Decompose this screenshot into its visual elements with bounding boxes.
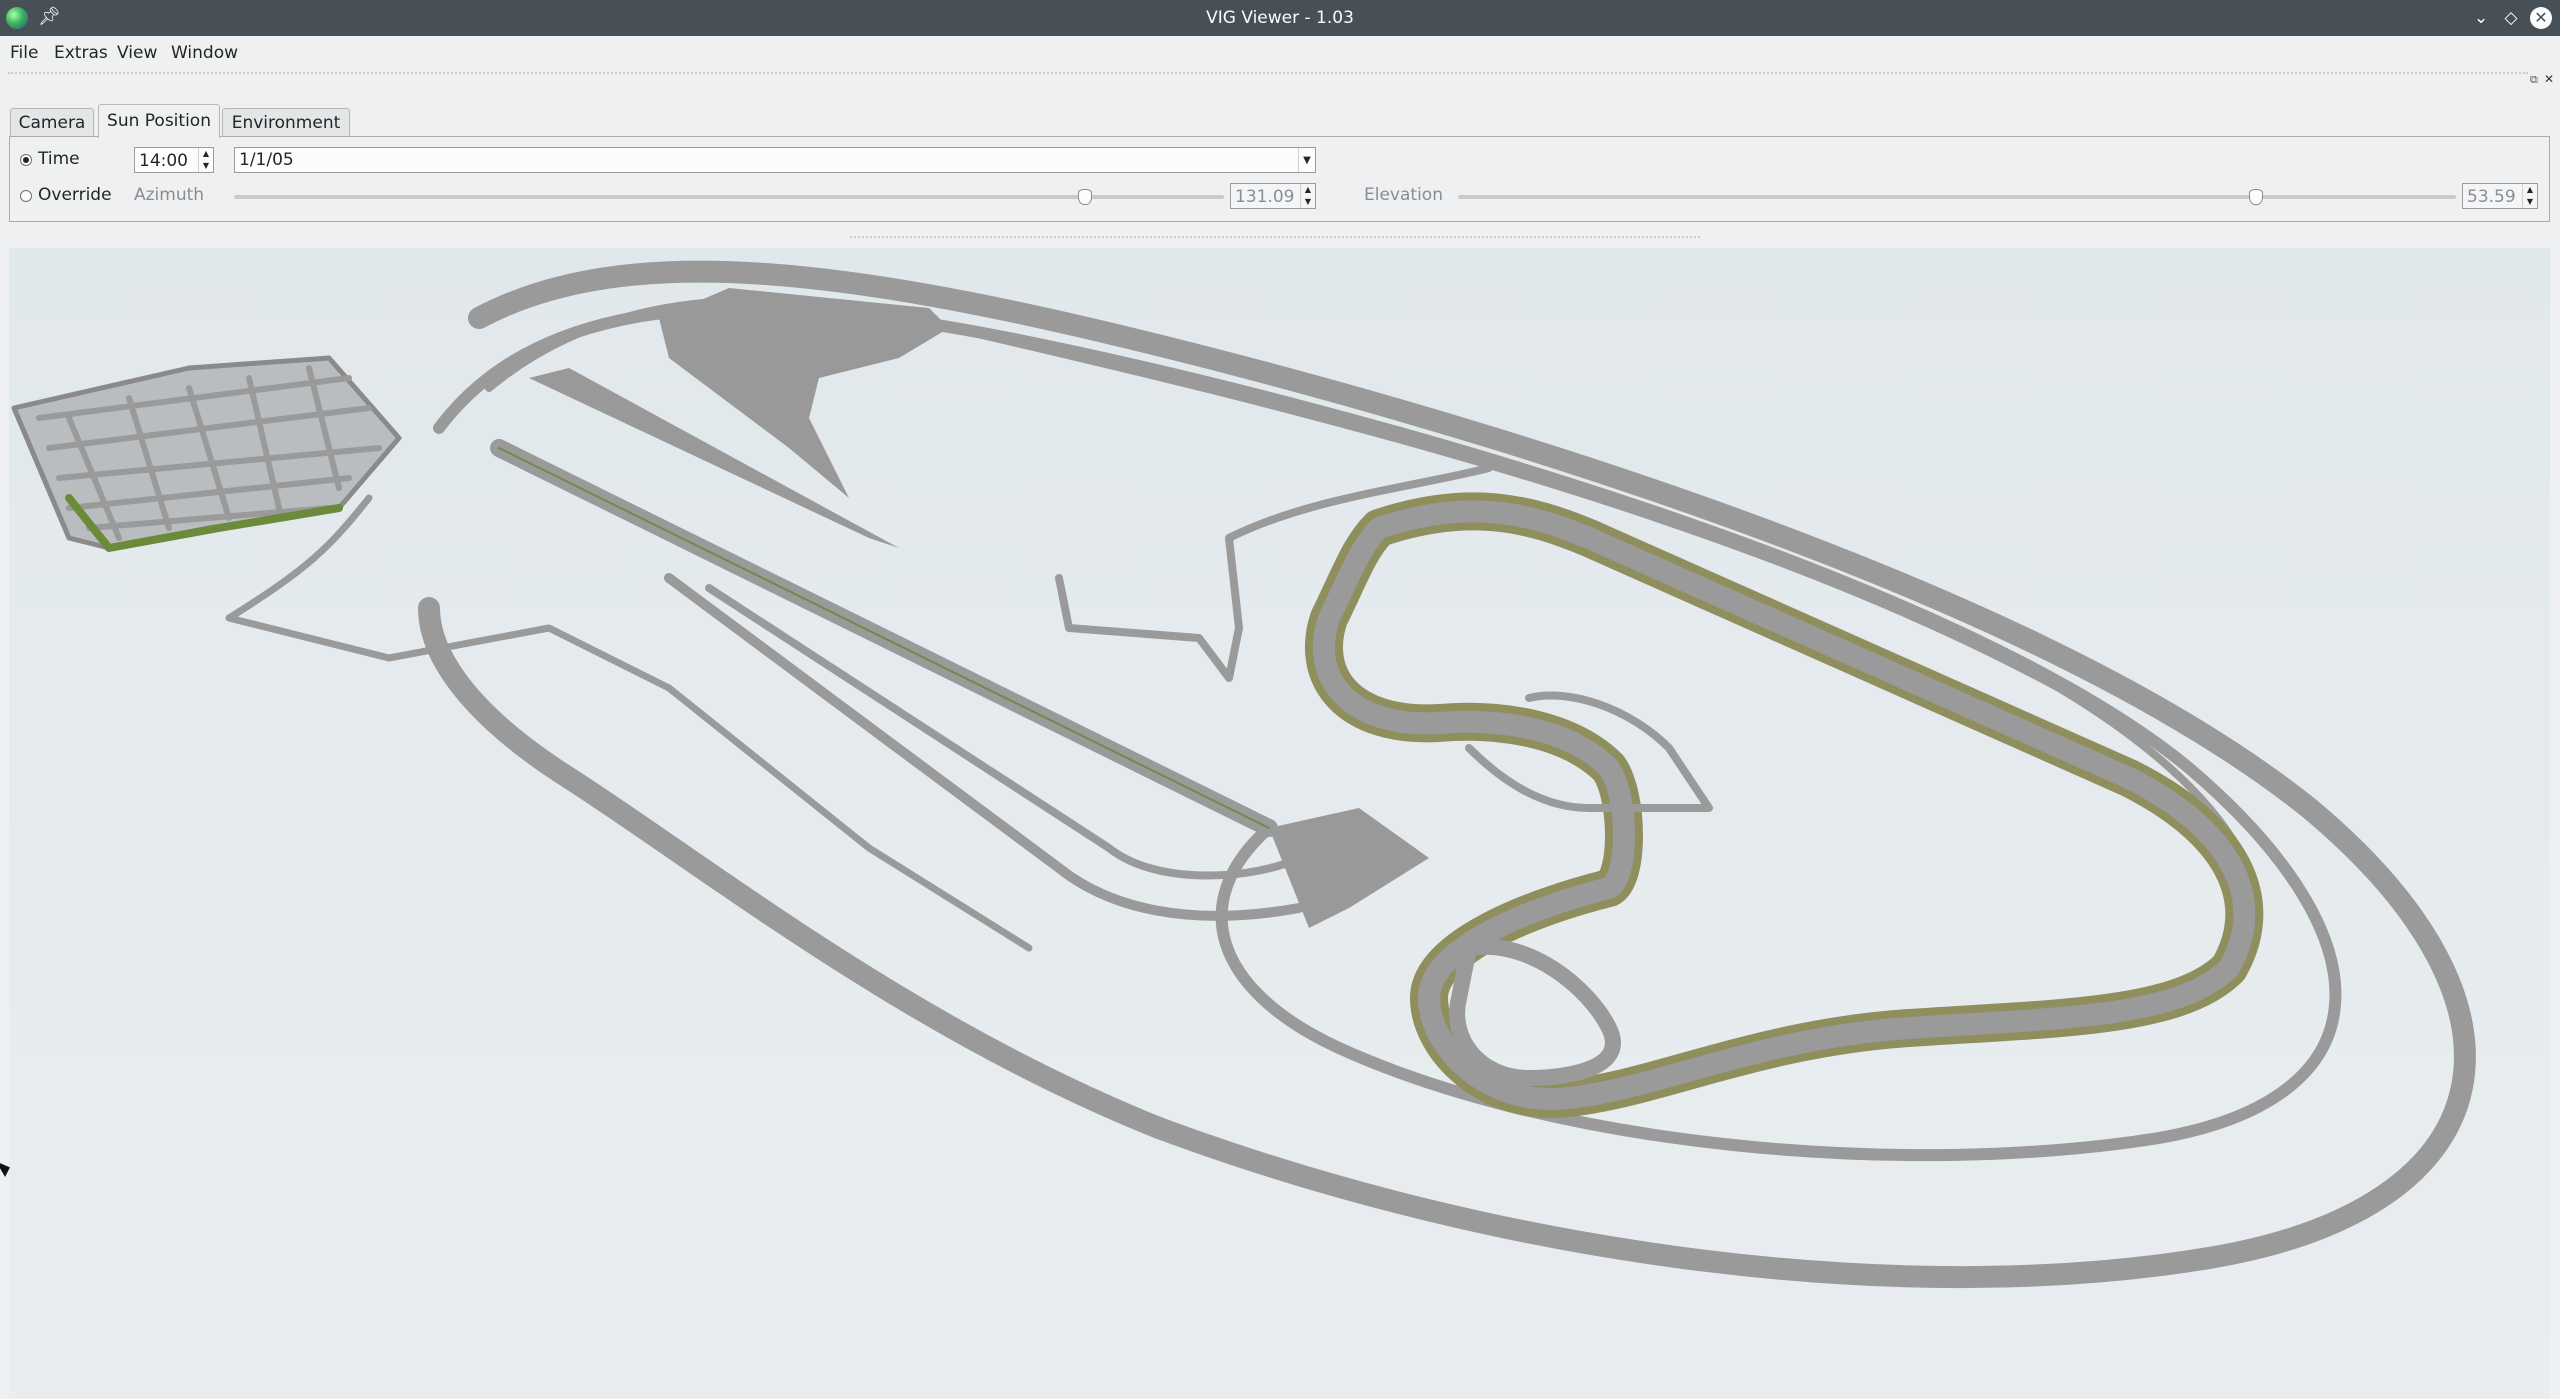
elevation-value: 53.59: [2467, 187, 2516, 207]
time-radio[interactable]: [20, 154, 32, 166]
menu-file[interactable]: File: [10, 43, 38, 63]
dock-close-icon[interactable]: ✕: [2544, 72, 2554, 86]
azimuth-slider[interactable]: [234, 189, 1224, 205]
parallel-road-1: [664, 573, 1304, 921]
menu-extras[interactable]: Extras: [54, 43, 108, 63]
time-spinbox[interactable]: 14:00 ▲ ▼: [134, 147, 214, 173]
window-titlebar: 📌︎ VIG Viewer - 1.03 ⌄ ◇ ✕: [0, 0, 2560, 36]
time-value: 14:00: [139, 151, 188, 171]
azimuth-spin-arrows[interactable]: ▲ ▼: [1300, 184, 1315, 208]
override-label[interactable]: Override: [38, 185, 112, 205]
azimuth-label: Azimuth: [134, 185, 205, 205]
azimuth-value: 131.09: [1235, 187, 1295, 207]
chevron-down-icon[interactable]: ▼: [1298, 148, 1315, 172]
close-button[interactable]: ✕: [2526, 3, 2556, 33]
access-road-west: [225, 494, 1033, 952]
tab-environment[interactable]: Environment: [222, 108, 350, 137]
maximize-icon[interactable]: ◇: [2496, 3, 2526, 33]
override-radio[interactable]: [20, 190, 32, 202]
time-label[interactable]: Time: [38, 149, 80, 169]
azimuth-slider-handle[interactable]: [1078, 189, 1093, 205]
3d-viewport[interactable]: [9, 248, 2550, 1398]
elevation-slider-handle[interactable]: [2249, 189, 2264, 205]
track-scene: [11, 260, 2476, 1289]
azimuth-spinbox[interactable]: 131.09 ▲ ▼: [1230, 183, 1316, 209]
menu-bar: File Extras View Window: [0, 36, 2560, 70]
tab-camera[interactable]: Camera: [10, 108, 94, 137]
tab-sun-position[interactable]: Sun Position: [98, 104, 220, 138]
minimize-icon[interactable]: ⌄: [2466, 3, 2496, 33]
elevation-spin-arrows[interactable]: ▲ ▼: [2522, 184, 2537, 208]
elevation-slider[interactable]: [1458, 189, 2456, 205]
elevation-spinbox[interactable]: 53.59 ▲ ▼: [2462, 183, 2538, 209]
window-title: VIG Viewer - 1.03: [1206, 8, 1354, 28]
infield-loop: [1449, 938, 1621, 1086]
dock-handle[interactable]: [8, 72, 2528, 74]
panel-splitter[interactable]: [850, 236, 1700, 238]
menu-window[interactable]: Window: [171, 43, 238, 63]
close-icon: ✕: [2530, 7, 2552, 29]
date-value: 1/1/05: [239, 150, 294, 170]
paved-area-north: [659, 288, 949, 498]
paved-area-wedge: [529, 368, 899, 548]
date-combobox[interactable]: 1/1/05 ▼: [234, 147, 1316, 173]
dock-float-icon[interactable]: ⧉: [2530, 73, 2538, 87]
elevation-label: Elevation: [1364, 185, 1443, 205]
menu-view[interactable]: View: [117, 43, 157, 63]
time-spin-arrows[interactable]: ▲ ▼: [198, 148, 213, 172]
